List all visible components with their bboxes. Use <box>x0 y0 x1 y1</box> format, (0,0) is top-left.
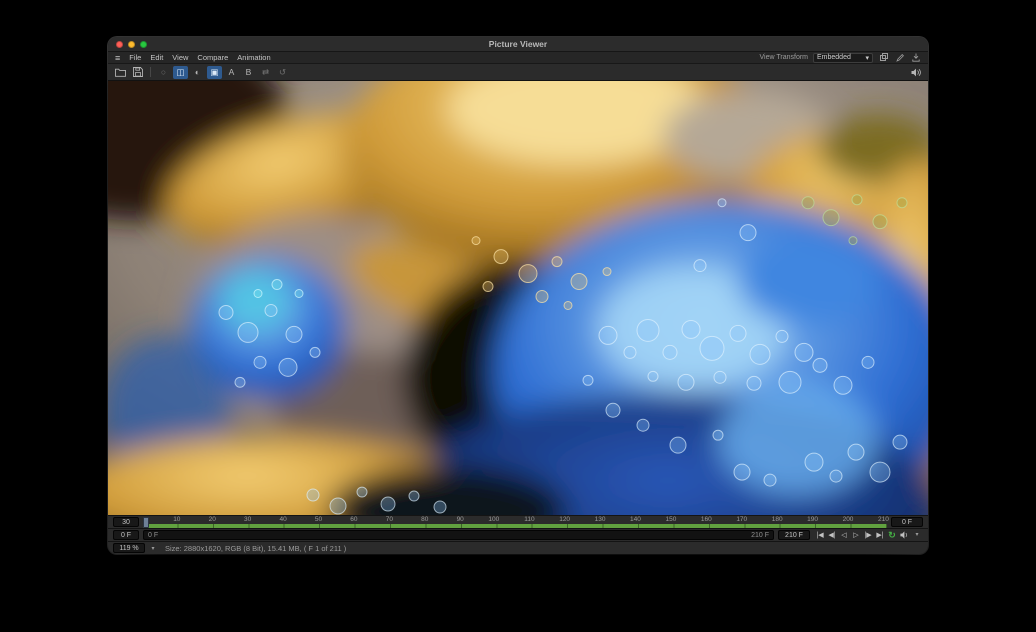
image-viewport[interactable] <box>108 81 928 515</box>
ruler-tick: 60 <box>322 516 357 524</box>
timeline-row: 30 1020304050607080901001101201301401501… <box>108 515 928 528</box>
window-title: Picture Viewer <box>108 39 928 49</box>
audio-icon[interactable] <box>908 66 923 79</box>
image-info-text: Size: 2880x1620, RGB (8 Bit), 15.41 MB, … <box>161 544 346 553</box>
timeline-range-bar[interactable] <box>143 524 887 528</box>
menu-icon[interactable]: ≡ <box>115 53 120 63</box>
range-bar-start-label: 0 F <box>148 532 158 539</box>
zoom-field[interactable]: 119 % <box>113 543 145 553</box>
toolbar: ○ ◫ ◐ ▣ A B ⇄ ↺ <box>108 64 928 81</box>
zoom-caret-icon[interactable]: ▾ <box>149 545 157 552</box>
version-b-button[interactable]: B <box>241 66 256 79</box>
menu-compare[interactable]: Compare <box>197 53 228 62</box>
go-to-end-button[interactable]: ▶| <box>876 532 884 539</box>
ruler-tick: 100 <box>464 516 499 524</box>
ruler-tick: 120 <box>535 516 570 524</box>
channels-icon[interactable]: ▣ <box>207 66 222 79</box>
menu-edit[interactable]: Edit <box>150 53 163 62</box>
range-end-field[interactable]: 210 F <box>778 530 810 540</box>
view-transform-select[interactable]: Embedded ▾ <box>813 53 873 63</box>
range-start-field[interactable]: 0 F <box>113 530 139 540</box>
menubar: ≡ File Edit View Compare Animation View … <box>108 52 928 64</box>
ruler-tick: 40 <box>251 516 286 524</box>
minimize-button[interactable] <box>128 41 135 48</box>
ruler-tick: 50 <box>287 516 322 524</box>
ruler-tick: 90 <box>428 516 463 524</box>
range-row: 0 F 0 F 210 F 210 F |◀ ◀| ◁ ▷ |▶ ▶| ↻ ▾ <box>108 528 928 541</box>
compare-toggle-icon[interactable]: ◫ <box>173 66 188 79</box>
menu-animation[interactable]: Animation <box>237 53 270 62</box>
menu-file[interactable]: File <box>129 53 141 62</box>
view-transform-value: Embedded <box>817 54 851 61</box>
chevron-down-icon: ▾ <box>865 54 869 62</box>
play-button[interactable]: ▷ <box>852 532 860 539</box>
ruler-tick: 150 <box>641 516 676 524</box>
fps-field[interactable]: 30 <box>113 517 139 527</box>
ruler-tick: 10 <box>145 516 180 524</box>
ruler-tick: 30 <box>216 516 251 524</box>
transport-options-caret[interactable]: ▾ <box>913 532 921 538</box>
edit-icon[interactable] <box>894 53 905 63</box>
sound-icon[interactable] <box>900 531 909 539</box>
ruler-tick: 80 <box>393 516 428 524</box>
reset-icon[interactable]: ↺ <box>275 66 290 79</box>
range-bar-end-label: 210 F <box>751 532 769 539</box>
version-a-button[interactable]: A <box>224 66 239 79</box>
timeline-ruler[interactable]: 1020304050607080901001101201301401501601… <box>143 516 887 529</box>
ruler-tick: 20 <box>180 516 215 524</box>
ruler-tick: 190 <box>783 516 818 524</box>
zoom-button[interactable] <box>140 41 147 48</box>
save-image-icon[interactable] <box>910 53 921 63</box>
titlebar[interactable]: Picture Viewer <box>108 37 928 52</box>
step-back-button[interactable]: ◀| <box>828 532 836 539</box>
new-window-icon[interactable] <box>878 53 889 63</box>
toolbar-divider <box>150 67 151 77</box>
ruler-ticks: 1020304050607080901001101201301401501601… <box>143 516 887 524</box>
status-row: 119 % ▾ Size: 2880x1620, RGB (8 Bit), 15… <box>108 541 928 554</box>
play-reverse-button[interactable]: ◁ <box>840 532 848 539</box>
playhead-handle[interactable] <box>143 517 149 528</box>
ruler-tick: 170 <box>712 516 747 524</box>
ruler-tick: 180 <box>747 516 782 524</box>
transport-controls: |◀ ◀| ◁ ▷ |▶ ▶| ↻ ▾ <box>814 531 923 540</box>
ruler-tick: 70 <box>358 516 393 524</box>
fit-view-icon[interactable]: ○ <box>156 66 171 79</box>
ruler-tick: 130 <box>570 516 605 524</box>
open-folder-icon[interactable] <box>113 66 128 79</box>
range-slider[interactable]: 0 F 210 F <box>143 530 774 540</box>
ruler-tick: 210 <box>853 516 888 524</box>
rendered-image <box>108 81 928 515</box>
ruler-tick: 200 <box>818 516 853 524</box>
view-transform-label: View Transform <box>760 54 809 61</box>
menu-view[interactable]: View <box>172 53 188 62</box>
ruler-tick: 110 <box>499 516 534 524</box>
swap-ab-icon[interactable]: ⇄ <box>258 66 273 79</box>
save-icon[interactable] <box>130 66 145 79</box>
close-button[interactable] <box>116 41 123 48</box>
picture-viewer-window: Picture Viewer ≡ File Edit View Compare … <box>108 37 928 554</box>
loop-icon[interactable]: ↻ <box>888 531 896 540</box>
ruler-tick: 140 <box>605 516 640 524</box>
go-to-start-button[interactable]: |◀ <box>816 532 824 539</box>
ruler-tick: 160 <box>676 516 711 524</box>
current-frame-field[interactable]: 0 F <box>891 517 923 527</box>
step-forward-button[interactable]: |▶ <box>864 532 872 539</box>
contrast-icon[interactable]: ◐ <box>190 66 205 79</box>
